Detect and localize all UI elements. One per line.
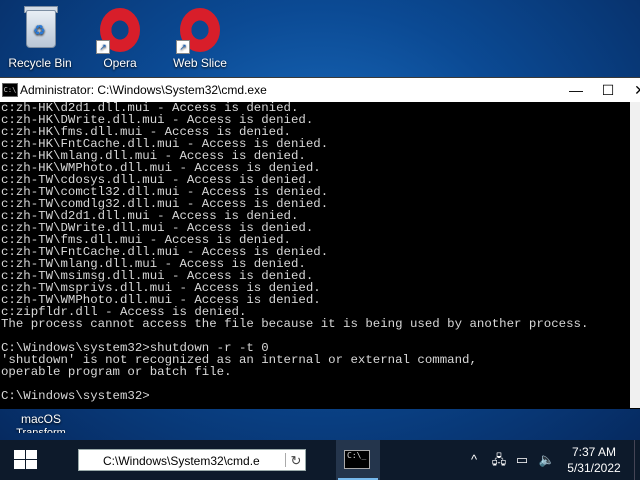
- window-title: Administrator: C:\Windows\System32\cmd.e…: [20, 83, 267, 97]
- address-search-box[interactable]: C:\Windows\System32\cmd.e ↻: [78, 449, 306, 471]
- desktop-icon-macos-transform[interactable]: macOS Transform: [8, 412, 74, 433]
- network-icon[interactable]: 🖧: [488, 440, 510, 480]
- desktop-icon-label-line2: Transform: [16, 427, 66, 433]
- console-line: The process cannot access the file becau…: [1, 317, 589, 331]
- desktop-icon-label: Web Slice: [173, 56, 227, 70]
- clock-date: 5/31/2022: [567, 461, 621, 475]
- opera-icon: ↗: [96, 6, 144, 54]
- cmd-taskbar-icon: C:\_: [344, 450, 370, 469]
- window-titlebar[interactable]: C:\ Administrator: C:\Windows\System32\c…: [0, 78, 640, 102]
- console-line: operable program or batch file.: [1, 365, 232, 379]
- taskbar: C:\Windows\System32\cmd.e ↻ C:\_ ^ 🖧 ▭ 🔈…: [0, 440, 640, 480]
- close-button[interactable]: ✕: [620, 78, 640, 102]
- show-hidden-icons-chevron-icon[interactable]: ^: [464, 440, 484, 480]
- desktop-icon-opera[interactable]: ↗ Opera: [80, 6, 160, 70]
- show-desktop-button[interactable]: [634, 440, 640, 480]
- refresh-icon[interactable]: ↻: [287, 452, 305, 470]
- cmd-window[interactable]: C:\ Administrator: C:\Windows\System32\c…: [0, 77, 640, 409]
- divider: [285, 453, 286, 467]
- desktop-icon-recycle-bin[interactable]: ♻ Recycle Bin: [0, 6, 80, 70]
- cmd-app-icon[interactable]: C:\: [2, 83, 18, 97]
- shortcut-arrow-icon: ↗: [176, 40, 190, 54]
- display-icon[interactable]: ▭: [512, 440, 532, 480]
- address-input[interactable]: C:\Windows\System32\cmd.e: [103, 454, 263, 468]
- start-button[interactable]: [0, 440, 52, 480]
- windows-logo-icon: [14, 450, 38, 470]
- taskbar-item-cmd[interactable]: C:\_: [336, 440, 380, 480]
- desktop-icon-label: Recycle Bin: [8, 56, 72, 70]
- desktop-icon-label: Opera: [103, 56, 137, 70]
- desktop-icon-label: macOS: [20, 412, 61, 426]
- console-line: C:\Windows\system32>: [1, 389, 150, 403]
- clock[interactable]: 7:37 AM 5/31/2022: [566, 444, 622, 476]
- scrollbar[interactable]: [630, 102, 640, 408]
- recycle-bin-icon: ♻: [16, 6, 64, 54]
- console-output[interactable]: c:zh-HK\d2d1.dll.mui - Access is denied.…: [0, 102, 631, 408]
- desktop-icon-web-slice[interactable]: ↗ Web Slice: [160, 6, 240, 70]
- shortcut-arrow-icon: ↗: [96, 40, 110, 54]
- clock-time: 7:37 AM: [571, 445, 617, 459]
- volume-icon[interactable]: 🔈: [536, 440, 558, 480]
- opera-icon: ↗: [176, 6, 224, 54]
